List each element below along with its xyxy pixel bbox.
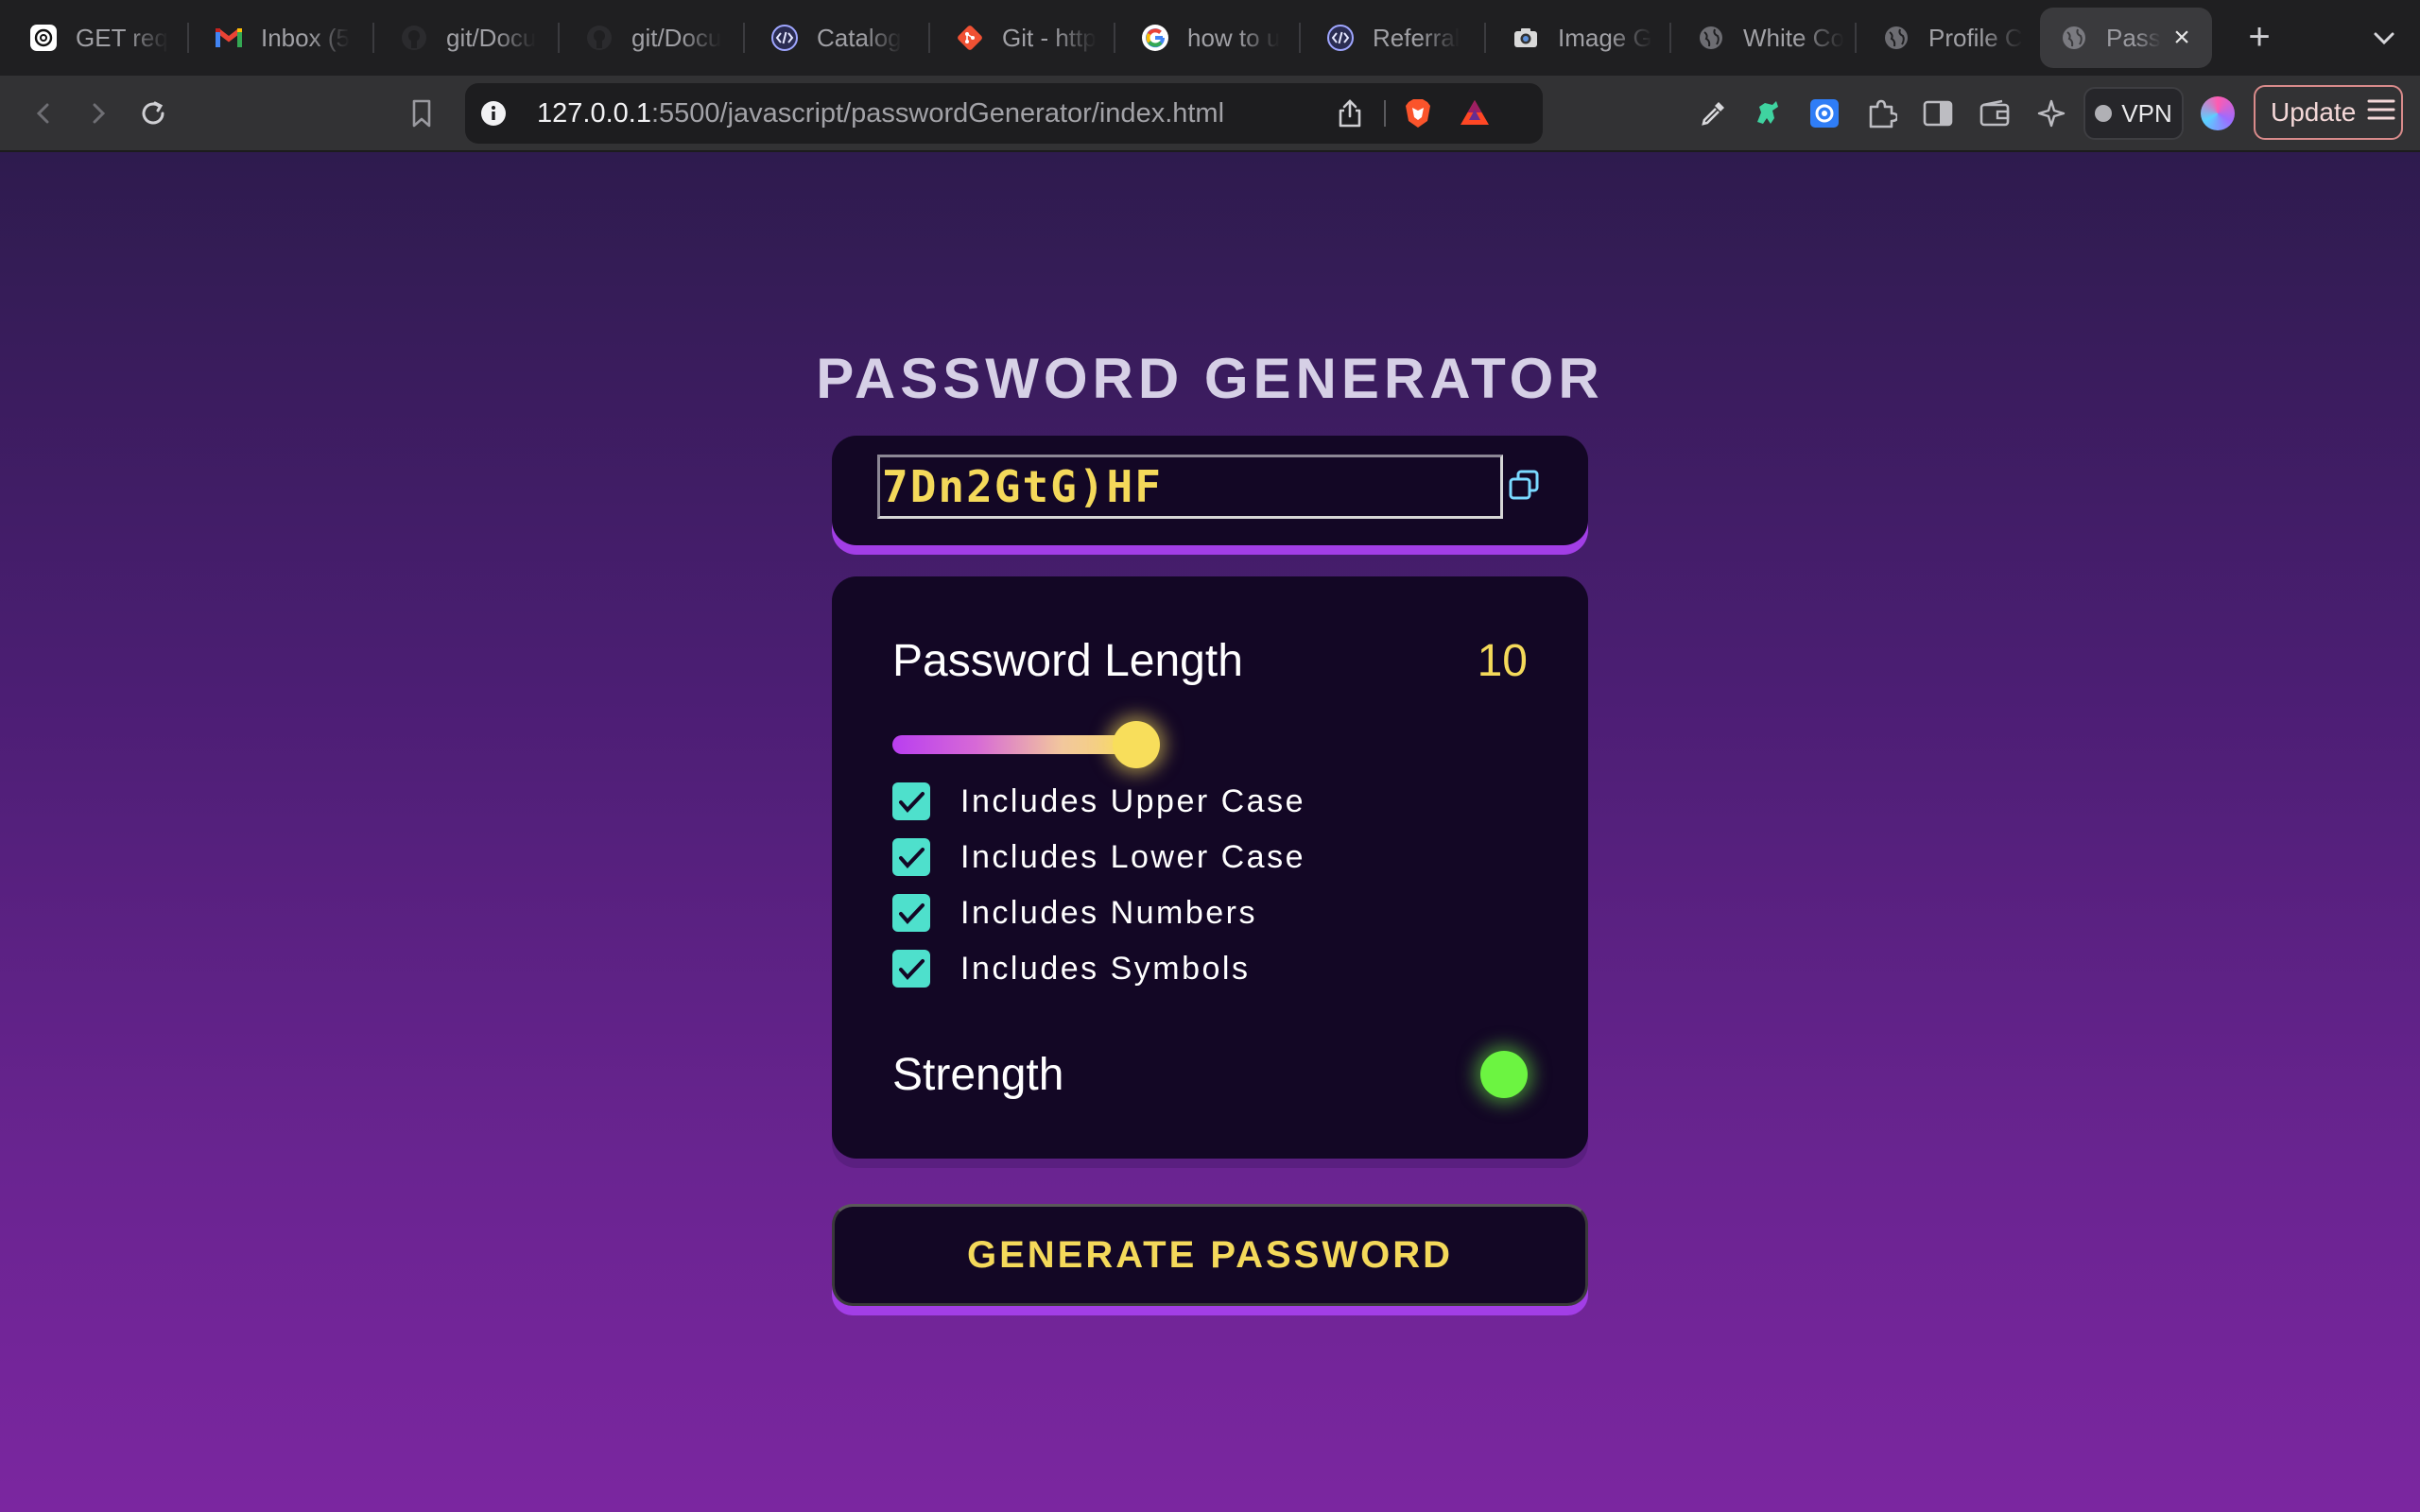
tab-title: Catalog [817,23,902,52]
lowercase-checkbox[interactable] [892,838,930,876]
numbers-label: Includes Numbers [960,894,1258,931]
tab-how-to-use[interactable]: how to u [1121,8,1291,68]
tab-title: GET req [76,23,168,52]
site-info-icon[interactable] [480,100,507,127]
globe-icon [2059,23,2089,53]
chevron-down-icon[interactable] [2365,19,2403,57]
tab-title: Git - http [1002,23,1097,52]
tab-password-generator[interactable]: Pass × [2040,8,2212,68]
tab-title: Referral [1373,23,1461,52]
dino-extension-icon[interactable] [1749,94,1787,132]
close-tab-icon[interactable]: × [2169,24,2195,52]
app-title: PASSWORD GENERATOR [816,347,1604,410]
checkmark-icon [899,903,925,924]
url-text: 127.0.0.1:5500/javascript/passwordGenera… [537,98,1225,129]
checkmark-icon [899,848,925,868]
tab-title: White Co [1743,23,1844,52]
length-slider-track[interactable] [892,735,1134,754]
bookmark-icon[interactable] [401,93,442,134]
symbols-checkbox[interactable] [892,950,930,988]
profile-avatar[interactable] [2201,96,2235,130]
lowercase-label: Includes Lower Case [960,838,1306,875]
option-uppercase[interactable]: Includes Upper Case [892,782,1305,821]
tab-catalog[interactable]: Catalog [751,8,921,68]
tab-title: git/Docu [446,23,537,52]
checkmark-icon [899,792,925,813]
reload-icon[interactable] [132,93,174,134]
brave-shields-icon[interactable] [1401,96,1435,130]
image-icon [1511,23,1541,53]
vpn-label: VPN [2121,98,2172,128]
generate-password-button[interactable]: GENERATE PASSWORD [832,1204,1588,1306]
update-label: Update [2271,97,2357,127]
blue-extension-icon[interactable] [1806,94,1843,132]
vpn-status-icon [2095,105,2113,122]
forward-icon[interactable] [78,93,119,134]
browser-toolbar: 127.0.0.1:5500/javascript/passwordGenera… [0,76,2420,151]
chatgpt-icon [28,23,59,53]
copy-icon[interactable] [1505,464,1543,506]
back-icon[interactable] [23,93,64,134]
strength-indicator [1480,1051,1528,1098]
git-icon [955,23,985,53]
github-icon [584,23,614,53]
google-icon [1140,23,1170,53]
strength-label: Strength [892,1050,1064,1100]
uppercase-checkbox[interactable] [892,782,930,820]
gmail-icon [214,23,244,53]
tab-title: Profile C [1928,23,2023,52]
option-lowercase[interactable]: Includes Lower Case [892,837,1305,877]
sidebar-toggle-icon[interactable] [1919,94,1957,132]
password-display [832,436,1588,545]
vpn-button[interactable]: VPN [2083,87,2184,140]
leo-ai-icon[interactable] [2032,94,2070,132]
brave-rewards-icon[interactable] [1458,96,1492,130]
globe-icon [1696,23,1726,53]
tab-referral[interactable]: Referral [1306,8,1477,68]
symbols-label: Includes Symbols [960,950,1251,987]
page-content: PASSWORD GENERATOR Password Length 10 In… [0,152,2420,1512]
password-length-value: 10 [1477,636,1528,686]
update-button[interactable]: Update [2254,85,2403,140]
option-numbers[interactable]: Includes Numbers [892,893,1257,933]
settings-panel: Password Length 10 Includes Upper Case I… [832,576,1588,1159]
tab-profile[interactable]: Profile C [1862,8,2032,68]
tab-title: git/Docu [631,23,722,52]
tab-git-docu-2[interactable]: git/Docu [565,8,735,68]
tab-title: Image G [1558,23,1652,52]
share-icon[interactable] [1335,98,1365,129]
uppercase-label: Includes Upper Case [960,782,1306,819]
password-length-label: Password Length [892,636,1243,686]
tab-inbox[interactable]: Inbox (5 [195,8,365,68]
length-slider-thumb[interactable] [1113,721,1160,768]
browser-tab-strip: GET req Inbox (5 git/Docu git/Docu Catal… [0,0,2420,76]
option-symbols[interactable]: Includes Symbols [892,949,1250,988]
password-output-field[interactable] [877,455,1503,519]
tab-title: Inbox (5 [261,23,350,52]
code-icon [769,23,800,53]
tab-get-request[interactable]: GET req [9,8,180,68]
eyedropper-icon[interactable] [1694,94,1732,132]
globe-icon [1881,23,1911,53]
tab-title: how to u [1187,23,1281,52]
puzzle-extensions-icon[interactable] [1862,94,1900,132]
new-tab-icon[interactable]: + [2237,15,2282,60]
tab-image-gen[interactable]: Image G [1492,8,1662,68]
wallet-icon[interactable] [1976,94,2014,132]
numbers-checkbox[interactable] [892,894,930,932]
github-icon [399,23,429,53]
checkmark-icon [899,959,925,980]
code-icon [1325,23,1356,53]
tab-title: Pass [2106,23,2161,52]
tab-white-co[interactable]: White Co [1677,8,1847,68]
address-bar[interactable]: 127.0.0.1:5500/javascript/passwordGenera… [465,83,1543,144]
tab-git-docu-1[interactable]: git/Docu [380,8,550,68]
hamburger-menu-icon [2367,97,2395,129]
tab-git-http[interactable]: Git - http [936,8,1106,68]
